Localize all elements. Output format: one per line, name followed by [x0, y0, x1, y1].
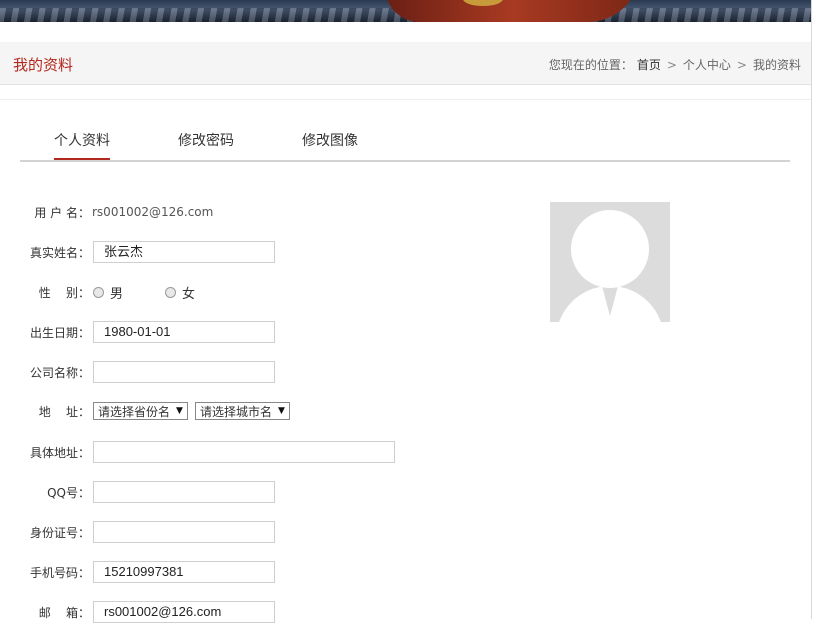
- mobile-label: 手机号码：: [29, 565, 90, 580]
- gender-label: 性 别：: [38, 285, 90, 300]
- gender-male-radio[interactable]: [93, 286, 104, 298]
- qq-label: QQ号：: [47, 485, 90, 500]
- company-input[interactable]: [93, 361, 275, 383]
- profile-tabs: 个人资料 修改密码 修改图像: [20, 120, 790, 162]
- birthday-input[interactable]: 1980-01-01: [93, 321, 275, 343]
- top-banner: [0, 0, 811, 22]
- gender-male-label: 男: [110, 286, 124, 302]
- breadcrumb: 您现在的位置： 首页 > 个人中心 > 我的资料: [549, 56, 801, 73]
- gender-female-option[interactable]: 女: [165, 283, 195, 302]
- chevron-down-icon: ▼: [277, 406, 285, 416]
- detail-address-label: 具体地址：: [29, 445, 90, 460]
- avatar-head-shape: [571, 210, 649, 288]
- gender-male-option[interactable]: 男: [93, 283, 123, 302]
- realname-input[interactable]: 张云杰: [93, 241, 275, 263]
- username-row: 用 户 名： rs001002@126.com: [0, 200, 213, 224]
- tab-change-avatar[interactable]: 修改图像: [302, 130, 358, 160]
- breadcrumb-home-link[interactable]: 首页: [637, 56, 661, 73]
- breadcrumb-prefix: 您现在的位置：: [548, 58, 633, 72]
- realname-row: 真实姓名： 张云杰: [0, 240, 275, 264]
- address-label: 地 址：: [38, 404, 90, 419]
- detail-address-input[interactable]: [93, 441, 395, 463]
- email-input[interactable]: rs001002@126.com: [93, 601, 275, 623]
- breadcrumb-current: 我的资料: [752, 58, 801, 72]
- email-row: 邮 箱： rs001002@126.com: [0, 600, 275, 624]
- page-title: 我的资料: [13, 56, 74, 74]
- username-label: 用 户 名：: [34, 205, 90, 220]
- breadcrumb-separator: >: [666, 57, 677, 72]
- avatar-collar-shape: [602, 286, 618, 316]
- address-row: 地 址： 请选择省份名 ▼ 请选择城市名 ▼: [0, 399, 294, 423]
- username-value: rs001002@126.com: [92, 205, 214, 219]
- id-card-label: 身份证号：: [29, 525, 90, 540]
- default-user-avatar-icon: [550, 202, 670, 322]
- banner-ship-image: [385, 0, 640, 22]
- company-label: 公司名称：: [29, 365, 90, 380]
- content-divider: [0, 99, 811, 100]
- gender-radio-group: 男 女: [93, 283, 195, 302]
- breadcrumb-separator: >: [736, 57, 747, 72]
- id-card-row: 身份证号：: [0, 520, 275, 544]
- title-bar: 我的资料 您现在的位置： 首页 > 个人中心 > 我的资料: [0, 42, 811, 85]
- realname-label: 真实姓名：: [29, 245, 90, 260]
- page-right-border: [811, 0, 812, 619]
- birthday-row: 出生日期： 1980-01-01: [0, 320, 275, 344]
- breadcrumb-user-center-link[interactable]: 个人中心: [683, 56, 731, 73]
- detail-address-row: 具体地址：: [0, 440, 395, 464]
- qq-row: QQ号：: [0, 480, 275, 504]
- mobile-input[interactable]: 15210997381: [93, 561, 275, 583]
- email-label: 邮 箱：: [38, 605, 90, 620]
- tab-change-password[interactable]: 修改密码: [178, 130, 234, 160]
- id-card-input[interactable]: [93, 521, 275, 543]
- tab-personal-info[interactable]: 个人资料: [54, 130, 110, 160]
- gender-female-label: 女: [182, 286, 196, 302]
- mobile-row: 手机号码： 15210997381: [0, 560, 275, 584]
- birthday-label: 出生日期：: [29, 325, 90, 340]
- gender-female-radio[interactable]: [165, 286, 177, 298]
- qq-input[interactable]: [93, 481, 275, 503]
- province-select[interactable]: 请选择省份名 ▼: [93, 402, 188, 420]
- city-select[interactable]: 请选择城市名 ▼: [194, 402, 290, 420]
- province-select-value: 请选择省份名: [98, 404, 171, 419]
- gender-row: 性 别： 男 女: [0, 280, 195, 304]
- chevron-down-icon: ▼: [176, 406, 183, 416]
- city-select-value: 请选择城市名: [199, 404, 272, 419]
- company-row: 公司名称：: [0, 360, 275, 384]
